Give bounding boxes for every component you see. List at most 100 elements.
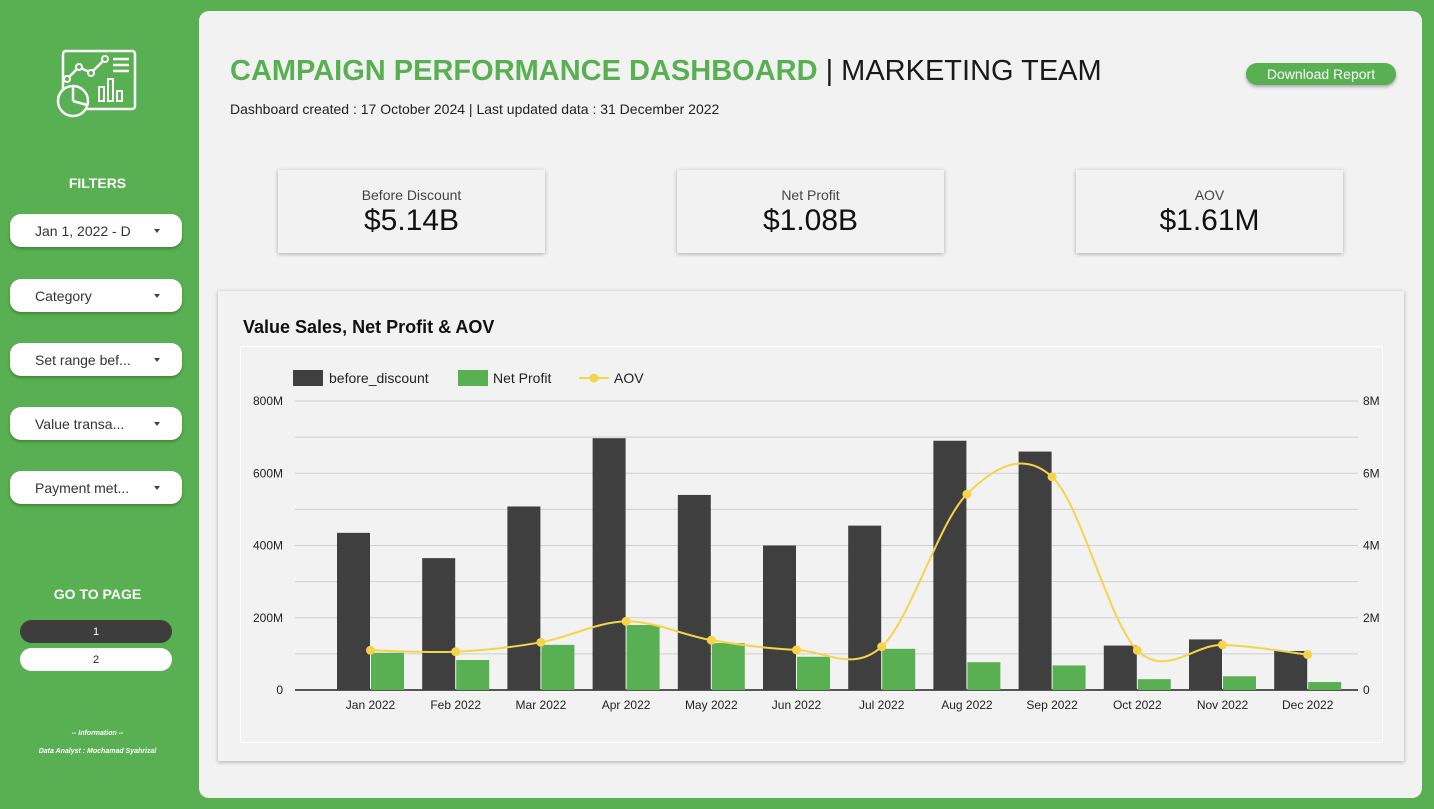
kpi-before-discount: Before Discount $5.14B (278, 170, 545, 253)
x-tick-label: Aug 2022 (941, 698, 993, 712)
y-left-tick-label: 600M (253, 466, 283, 480)
aov-point (621, 616, 631, 626)
sidebar: FILTERS Jan 1, 2022 - D Category Set ran… (0, 0, 195, 809)
kpi-net-profit: Net Profit $1.08B (677, 170, 944, 253)
bar-net-profit (797, 656, 830, 690)
kpi-value: $5.14B (363, 204, 460, 237)
bar-net-profit (1223, 676, 1256, 690)
filter-label: Jan 1, 2022 - D (35, 222, 131, 239)
bar-net-profit (1052, 665, 1086, 690)
dashboard-analytics-icon (56, 49, 137, 118)
date-range-filter[interactable]: Jan 1, 2022 - D (10, 214, 182, 247)
bar-before-discount (592, 438, 626, 690)
y-left-tick-label: 800M (253, 394, 283, 408)
bar-net-profit (711, 643, 745, 690)
x-tick-label: Jun 2022 (772, 698, 822, 712)
legend-label-before-discount: before_discount (329, 370, 429, 386)
aov-point (1303, 650, 1313, 660)
x-tick-label: Sep 2022 (1026, 698, 1078, 712)
page-2-button[interactable]: 2 (20, 648, 172, 671)
chart-card: Value Sales, Net Profit & AOV 0 200M 400M 6… (218, 291, 1404, 761)
bar-net-profit (456, 660, 490, 690)
aov-point (962, 489, 972, 499)
y-right-tick-label: 2M (1363, 611, 1380, 625)
title-dashboard: CAMPAIGN PERFORMANCE DASHBOARD (230, 55, 818, 87)
kpi-aov: AOV $1.61M (1076, 170, 1343, 253)
aov-point (366, 645, 375, 655)
aov-point (536, 637, 546, 647)
info-title: -- Information -- (71, 730, 124, 737)
y-right-tick-label: 8M (1363, 394, 1380, 408)
caret-down-icon (154, 422, 160, 426)
y-left-tick-label: 200M (253, 611, 283, 625)
bar-before-discount (507, 506, 541, 690)
x-tick-label: Nov 2022 (1197, 698, 1249, 712)
caret-down-icon (154, 294, 160, 298)
bar-net-profit (541, 644, 575, 690)
title-team: | MARKETING TEAM (817, 55, 1102, 87)
combo-chart: 0 200M 400M 600M 800M 0 2M 4M 6M 8M Jan 2022 Feb 20… (253, 370, 1380, 712)
range-before-discount-filter[interactable]: Set range bef... (10, 343, 182, 376)
kpi-value: $1.08B (762, 204, 859, 237)
filter-label: Value transa... (35, 415, 125, 432)
bar-before-discount (1018, 451, 1052, 690)
aov-point (1132, 645, 1142, 655)
bar-net-profit (1308, 682, 1342, 690)
value-transaction-filter[interactable]: Value transa... (10, 407, 182, 440)
bar-before-discount (763, 545, 796, 690)
category-filter[interactable]: Category (10, 279, 182, 312)
analyst-credit: Data Analyst : Mochamad Syahrizal (38, 748, 157, 755)
bar-net-profit (967, 662, 1001, 690)
bar-before-discount (337, 532, 370, 690)
download-report-button[interactable]: Download Report (1246, 63, 1396, 85)
aov-point (451, 647, 461, 657)
bar-before-discount (677, 494, 711, 690)
x-tick-label: Dec 2022 (1282, 698, 1334, 712)
caret-down-icon (154, 358, 160, 362)
goto-page-title: GO TO PAGE (53, 586, 142, 602)
main-panel: CAMPAIGN PERFORMANCE DASHBOARD | MARKETI… (199, 11, 1422, 798)
bar-net-profit (1137, 679, 1171, 690)
bar-before-discount (422, 558, 456, 690)
chart-area: 0 200M 400M 600M 800M 0 2M 4M 6M 8M Jan 2022 Feb 20… (240, 346, 1383, 743)
bar-net-profit (882, 648, 916, 690)
chart-title: Value Sales, Net Profit & AOV (243, 317, 495, 337)
aov-point (706, 635, 716, 645)
aov-point (792, 645, 801, 655)
page-title: CAMPAIGN PERFORMANCE DASHBOARD | MARKETI… (230, 55, 1102, 88)
kpi-label: Net Profit (781, 187, 840, 203)
caret-down-icon (154, 229, 160, 233)
bar-before-discount (933, 440, 967, 690)
x-tick-label: Feb 2022 (430, 698, 481, 712)
aov-point (1218, 640, 1227, 650)
legend-label-aov: AOV (614, 370, 644, 386)
y-right-tick-label: 0 (1363, 683, 1370, 697)
x-tick-label: Oct 2022 (1113, 698, 1162, 712)
aov-point (877, 642, 887, 652)
kpi-label: Before Discount (361, 187, 462, 203)
legend-swatch-before-discount (293, 370, 323, 386)
x-tick-label: Mar 2022 (516, 698, 567, 712)
bar-net-profit (626, 624, 660, 690)
legend-label-net-profit: Net Profit (493, 370, 551, 386)
x-tick-label: May 2022 (685, 698, 738, 712)
bar-before-discount (1103, 645, 1137, 690)
kpi-value: $1.61M (1159, 204, 1260, 237)
bar-before-discount (1274, 650, 1308, 690)
bar-net-profit (371, 652, 404, 690)
kpi-label: AOV (1194, 187, 1225, 203)
page-1-button[interactable]: 1 (20, 620, 172, 643)
filter-label: Set range bef... (35, 351, 131, 368)
filters-title: FILTERS (68, 175, 127, 191)
legend-marker-aov (589, 373, 599, 383)
y-left-tick-label: 400M (253, 539, 283, 553)
caret-down-icon (154, 486, 160, 490)
x-tick-label: Apr 2022 (602, 698, 651, 712)
filter-label: Payment met... (35, 479, 130, 496)
legend-swatch-net-profit (458, 370, 488, 386)
y-left-tick-label: 0 (276, 683, 283, 697)
payment-method-filter[interactable]: Payment met... (10, 471, 182, 504)
y-right-tick-label: 4M (1363, 539, 1380, 553)
x-tick-label: Jan 2022 (346, 698, 396, 712)
bar-before-discount (848, 525, 882, 690)
